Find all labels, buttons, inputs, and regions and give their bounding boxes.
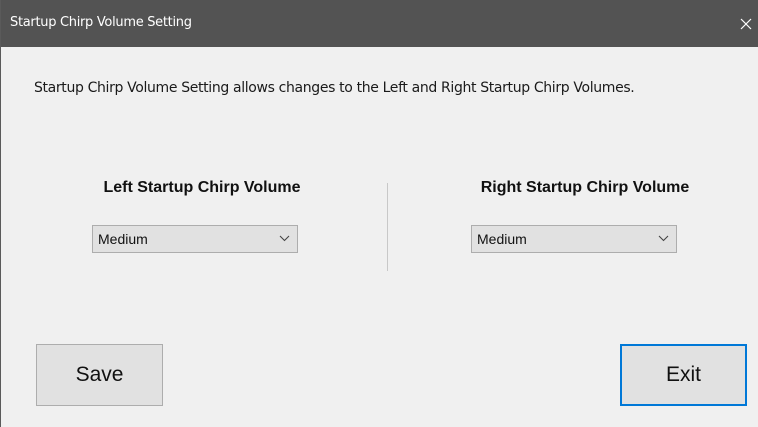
exit-button[interactable]: Exit [620, 344, 747, 406]
title-bar[interactable]: Startup Chirp Volume Setting [1, 0, 758, 47]
close-button[interactable] [733, 0, 758, 47]
right-volume-selected-value: Medium [477, 231, 527, 247]
group-divider [387, 183, 388, 271]
close-icon [740, 18, 752, 29]
chevron-down-icon [279, 235, 290, 242]
left-volume-selected-value: Medium [98, 231, 148, 247]
right-volume-dropdown[interactable]: Medium [471, 225, 677, 253]
save-button[interactable]: Save [36, 344, 163, 406]
right-volume-label: Right Startup Chirp Volume [480, 179, 690, 196]
description-text: Startup Chirp Volume Setting allows chan… [34, 80, 635, 96]
chevron-down-icon [658, 235, 669, 242]
left-volume-dropdown[interactable]: Medium [92, 225, 298, 253]
left-volume-label: Left Startup Chirp Volume [103, 179, 301, 196]
window-title: Startup Chirp Volume Setting [10, 15, 192, 30]
dialog-window: Startup Chirp Volume Setting Startup Chi… [0, 0, 758, 427]
